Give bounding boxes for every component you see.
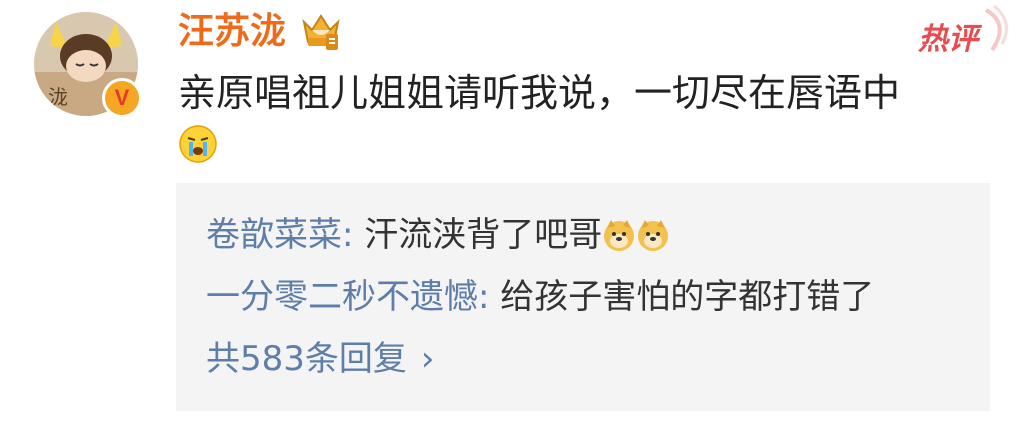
svg-text:泷: 泷 [48,85,68,109]
chevron-right-icon: › [420,339,435,379]
crown-medal-icon [302,14,340,50]
verified-mark: V [114,85,130,110]
crying-face-icon [179,125,217,163]
doge-icon [604,220,635,251]
username[interactable]: 汪苏泷 [178,10,286,54]
reply-text: 给孩子害怕的字都打错了 [500,277,875,317]
reply-item[interactable]: 卷歆菜菜: 汗流浃背了吧哥 [206,213,670,257]
avatar[interactable]: 泷 V [34,12,144,122]
reply-separator: : [478,277,501,317]
comment-card: 泷 V 汪苏泷 热评 亲原唱祖儿姐姐请听我说，一切尽在唇语中 卷歆菜菜: 汗流浃… [0,0,1024,428]
more-replies-link[interactable]: 共583条回复 › [206,337,435,381]
hot-comment-badge: 热评 [918,4,1008,57]
reply-preview-box[interactable]: 卷歆菜菜: 汗流浃背了吧哥 一分零二秒不遗憾: 给孩子害怕的字都打错了 共583… [176,183,990,411]
more-replies-label[interactable]: 共583条回复 [206,339,407,379]
badge-decoration-icon [984,4,1008,52]
hot-comment-label: 热评 [918,22,978,57]
doge-icon [638,220,669,251]
verified-badge-icon: V [102,78,142,118]
reply-author[interactable]: 一分零二秒不遗憾 [206,277,478,317]
comment-text: 亲原唱祖儿姐姐请听我说，一切尽在唇语中 [178,71,901,115]
reply-item[interactable]: 一分零二秒不遗憾: 给孩子害怕的字都打错了 [206,275,874,319]
reply-separator: : [342,215,365,255]
reply-author[interactable]: 卷歆菜菜 [206,215,342,255]
reply-text: 汗流浃背了吧哥 [364,215,603,255]
